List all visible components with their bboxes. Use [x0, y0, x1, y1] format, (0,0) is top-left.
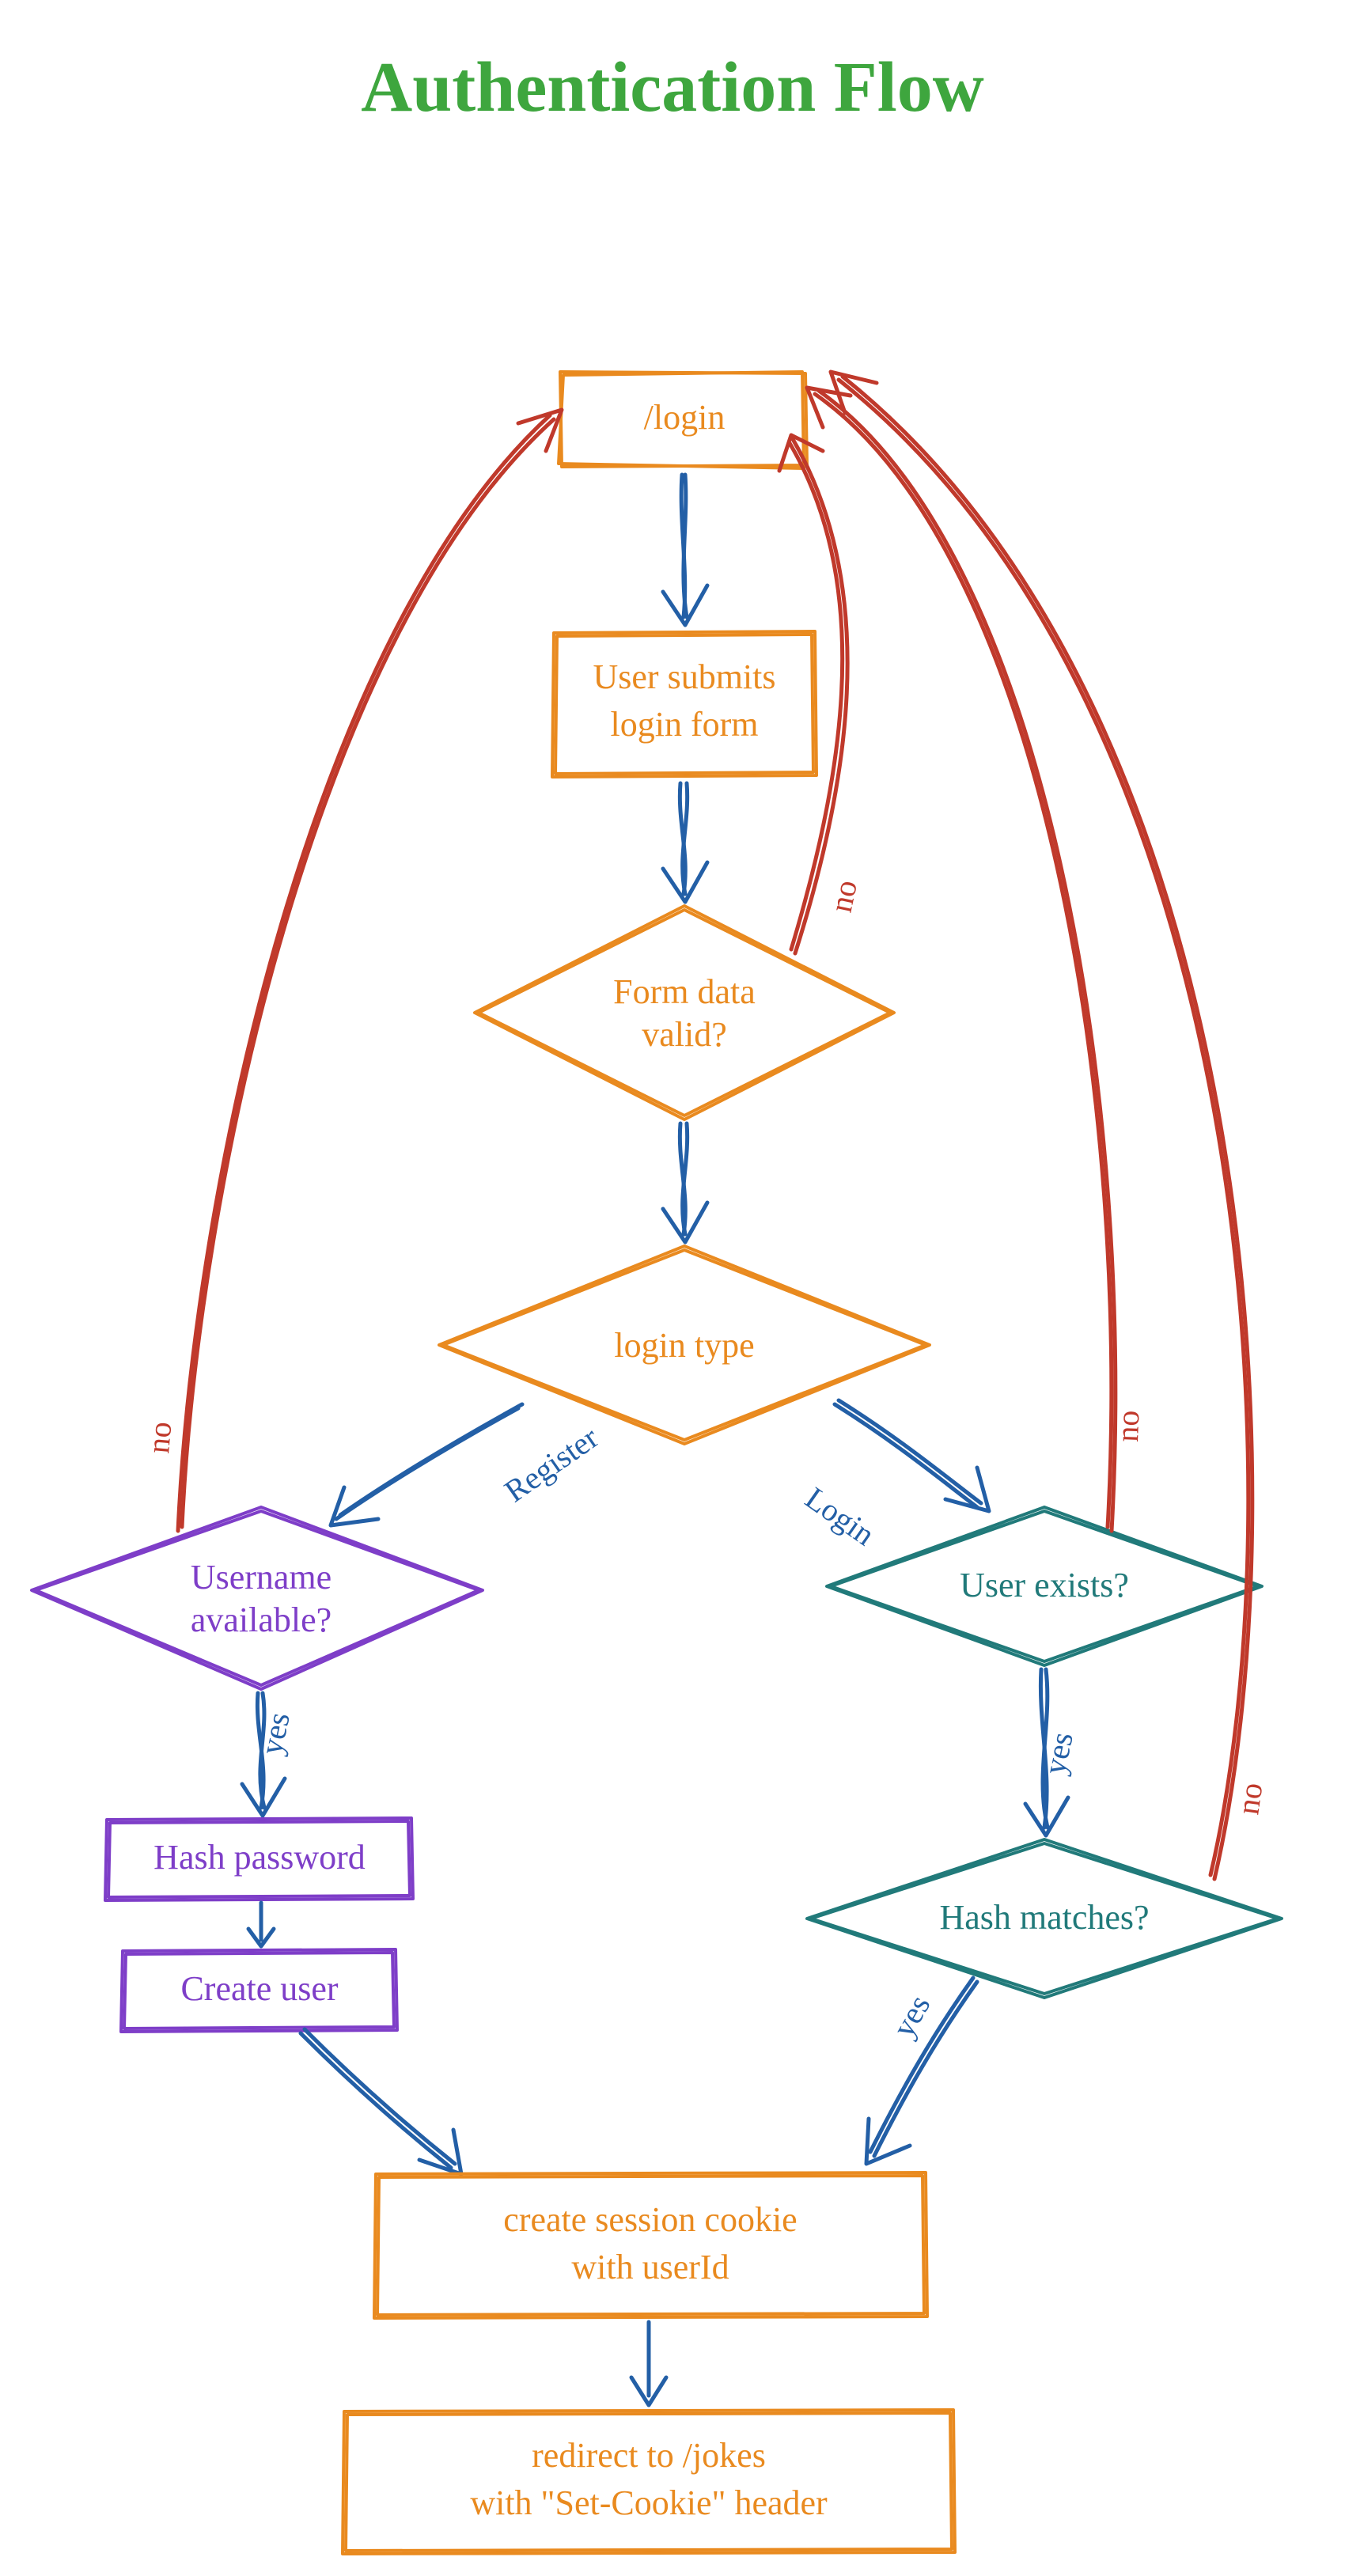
edge-label-userexists-yes: yes	[1036, 1729, 1080, 1778]
arrow-logintype-login: Login	[799, 1400, 989, 1552]
node-redirect: redirect to /jokes with "Set-Cookie" hea…	[343, 2410, 955, 2554]
arrow-submit-to-formvalid	[663, 783, 707, 902]
node-username-available: Username available?	[32, 1507, 483, 1689]
edge-label-username-yes: yes	[253, 1709, 297, 1758]
arrow-formvalid-no: no	[779, 435, 864, 953]
node-createuser-label: Create user	[180, 1969, 338, 2008]
node-username-line1: Username	[191, 1558, 332, 1597]
arrow-hashmatches-yes: yes	[866, 1978, 977, 2164]
node-submit-line1: User submits	[593, 657, 776, 696]
node-formvalid-line1: Form data	[613, 972, 756, 1011]
node-session-line1: create session cookie	[503, 2200, 797, 2239]
node-submit: User submits login form	[552, 631, 816, 777]
node-redirect-line2: with "Set-Cookie" header	[470, 2483, 828, 2522]
arrow-hashmatches-no: no	[831, 372, 1269, 1879]
node-redirect-line1: redirect to /jokes	[532, 2436, 766, 2475]
node-login-label: /login	[644, 398, 726, 437]
node-user-exists: User exists?	[827, 1507, 1262, 1665]
node-submit-line2: login form	[611, 705, 759, 744]
edge-label-username-no: no	[140, 1420, 178, 1455]
arrow-username-yes: yes	[242, 1693, 297, 1816]
node-hashmatches-label: Hash matches?	[939, 1898, 1149, 1937]
edge-label-hashmatches-no: no	[1229, 1780, 1269, 1816]
arrow-username-no: no	[140, 410, 562, 1531]
arrow-login-to-submit	[663, 475, 707, 625]
node-session-line2: with userId	[571, 2248, 729, 2286]
edge-label-login: Login	[799, 1480, 881, 1553]
node-create-session: create session cookie with userId	[374, 2173, 927, 2318]
arrow-hashpassword-to-createuser	[248, 1903, 274, 1946]
node-userexists-label: User exists?	[960, 1566, 1129, 1604]
arrow-createuser-to-session	[301, 2029, 461, 2174]
edge-label-register: Register	[498, 1419, 604, 1509]
arrow-userexists-no: no	[807, 388, 1146, 1531]
node-hash-password: Hash password	[105, 1818, 413, 1900]
arrow-userexists-yes: yes	[1025, 1669, 1080, 1835]
node-username-line2: available?	[191, 1601, 332, 1639]
edge-label-hashmatches-yes: yes	[885, 1989, 938, 2044]
node-login: /login	[559, 372, 807, 468]
node-formvalid-line2: valid?	[642, 1015, 727, 1054]
arrow-session-to-redirect	[631, 2322, 666, 2405]
node-create-user: Create user	[121, 1949, 397, 2032]
node-hash-matches: Hash matches?	[807, 1839, 1282, 1998]
diagram-canvas: Authentication Flow /login User submits …	[0, 0, 1345, 2576]
edge-label-userexists-no: no	[1109, 1410, 1146, 1443]
arrow-logintype-register: Register	[331, 1404, 604, 1525]
node-logintype-label: login type	[614, 1326, 754, 1365]
diagram-title: Authentication Flow	[361, 48, 984, 127]
edge-label-formvalid-no: no	[823, 877, 864, 915]
node-login-type: login type	[439, 1246, 930, 1444]
arrow-formvalid-to-logintype	[663, 1123, 707, 1242]
node-form-valid: Form data valid?	[475, 906, 894, 1119]
node-hashpassword-label: Hash password	[153, 1838, 366, 1877]
